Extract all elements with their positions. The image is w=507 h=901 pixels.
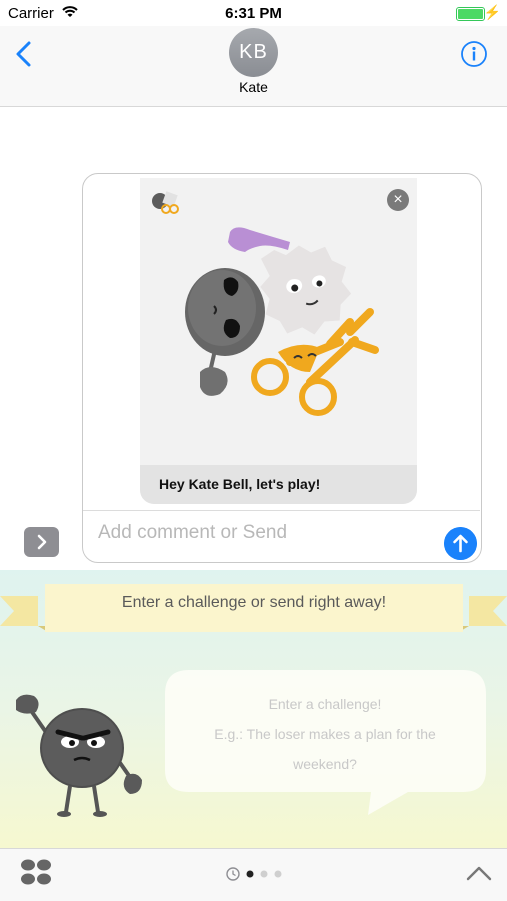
message-caption-bar: Hey Kate Bell, let's play! <box>140 465 417 504</box>
compose-divider <box>83 510 480 511</box>
nav-bar: KB Kate <box>0 26 507 107</box>
page-indicator[interactable] <box>226 866 286 882</box>
avatar-initials: KB <box>239 41 268 63</box>
battery-icon <box>456 7 485 21</box>
challenge-hint-line2: E.g.: The loser makes a plan for the <box>214 726 436 742</box>
rock-paper-scissors-illustration <box>185 227 379 416</box>
banner-text: Enter a challenge or send right away! <box>121 594 387 611</box>
contact-avatar[interactable]: KB <box>229 28 278 77</box>
app-drawer-icon[interactable] <box>20 858 52 886</box>
send-button[interactable] <box>444 527 477 560</box>
game-app-icon <box>152 191 179 214</box>
comment-input[interactable]: Add comment or Send <box>98 522 287 544</box>
back-chevron-icon[interactable] <box>14 40 32 68</box>
chevron-up-icon[interactable] <box>466 864 492 882</box>
status-time: 6:31 PM <box>225 5 282 22</box>
expand-chevron-icon <box>37 534 47 550</box>
rock-character-illustration <box>16 694 142 817</box>
challenge-hint-line3: weekend? <box>293 756 357 772</box>
info-icon[interactable] <box>460 40 488 68</box>
status-bar: Carrier 6:31 PM ⚡ <box>0 0 507 26</box>
charging-bolt-icon: ⚡ <box>483 4 501 20</box>
expand-button[interactable] <box>24 527 59 557</box>
contact-name[interactable]: Kate <box>0 79 507 95</box>
message-caption: Hey Kate Bell, let's play! <box>159 476 321 492</box>
challenge-hint: Enter a challenge! E.g.: The loser makes… <box>175 689 475 779</box>
challenge-hint-line1: Enter a challenge! <box>268 696 382 712</box>
close-icon[interactable]: × <box>387 189 409 211</box>
